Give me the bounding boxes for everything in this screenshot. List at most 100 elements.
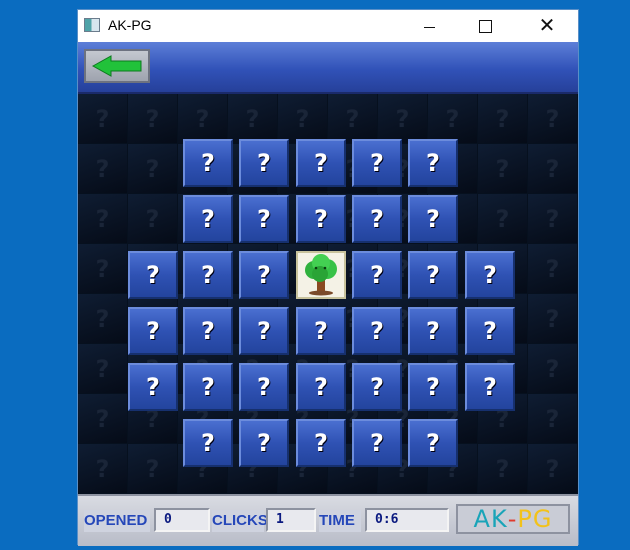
board-background-cell: ? [528,394,577,443]
hidden-tile[interactable]: ? [128,251,178,299]
board-background-cell: ? [128,144,177,193]
question-mark-icon: ? [201,149,215,177]
hidden-tile[interactable]: ? [465,251,515,299]
board-background-cell: ? [228,94,277,143]
question-mark-icon: ? [426,205,440,233]
hidden-tile[interactable]: ? [296,363,346,411]
hidden-tile[interactable]: ? [183,363,233,411]
board-background-cell: ? [528,344,577,393]
board-background-cell: ? [78,444,127,493]
board-background-cell: ? [478,94,527,143]
board-background-cell: ? [78,144,127,193]
opened-tile[interactable] [296,251,346,299]
hidden-tile[interactable]: ? [239,139,289,187]
hidden-tile[interactable]: ? [352,363,402,411]
toolbar [78,42,578,94]
board-background-cell: ? [528,444,577,493]
hidden-tile[interactable]: ? [296,419,346,467]
question-mark-icon: ? [314,373,328,401]
hidden-tile[interactable]: ? [239,251,289,299]
hidden-tile[interactable]: ? [128,363,178,411]
question-mark-icon: ? [370,261,384,289]
hidden-tile[interactable]: ? [239,307,289,355]
board-background-cell: ? [428,94,477,143]
game-board: ????????????????????????????????????????… [78,94,578,494]
question-mark-icon: ? [370,149,384,177]
hidden-tile[interactable]: ? [465,307,515,355]
board-background-cell: ? [78,194,127,243]
hidden-tile[interactable]: ? [352,251,402,299]
question-mark-icon: ? [257,429,271,457]
question-mark-icon: ? [314,149,328,177]
board-background-cell: ? [528,144,577,193]
question-mark-icon: ? [201,205,215,233]
hidden-tile[interactable]: ? [408,307,458,355]
question-mark-icon: ? [314,317,328,345]
board-background-cell: ? [78,94,127,143]
brand-logo: AK - PG [456,504,570,534]
question-mark-icon: ? [426,317,440,345]
hidden-tile[interactable]: ? [352,419,402,467]
board-background-cell: ? [78,294,127,343]
hidden-tile[interactable]: ? [183,251,233,299]
question-mark-icon: ? [201,373,215,401]
board-background-cell: ? [478,194,527,243]
time-label: TIME [319,510,361,532]
question-mark-icon: ? [201,429,215,457]
question-mark-icon: ? [257,317,271,345]
hidden-tile[interactable]: ? [408,363,458,411]
board-background-cell: ? [128,94,177,143]
hidden-tile[interactable]: ? [352,195,402,243]
question-mark-icon: ? [314,205,328,233]
hidden-tile[interactable]: ? [183,195,233,243]
hidden-tile[interactable]: ? [352,307,402,355]
minimize-button[interactable] [406,10,452,42]
hidden-tile[interactable]: ? [239,195,289,243]
hidden-tile[interactable]: ? [296,307,346,355]
hidden-tile[interactable]: ? [408,195,458,243]
question-mark-icon: ? [426,429,440,457]
board-background-cell: ? [128,444,177,493]
hidden-tile[interactable]: ? [239,363,289,411]
board-background-cell: ? [528,294,577,343]
board-background-cell: ? [478,444,527,493]
question-mark-icon: ? [370,205,384,233]
hidden-tile[interactable]: ? [239,419,289,467]
maximize-button[interactable] [462,10,508,42]
question-mark-icon: ? [146,373,160,401]
question-mark-icon: ? [483,373,497,401]
back-button[interactable] [84,49,150,83]
hidden-tile[interactable]: ? [183,307,233,355]
board-background-cell: ? [478,144,527,193]
hidden-tile[interactable]: ? [128,307,178,355]
time-counter: 0:6 [365,508,449,532]
hidden-tile[interactable]: ? [183,419,233,467]
maximize-icon [478,19,492,33]
board-background-cell: ? [528,244,577,293]
question-mark-icon: ? [314,429,328,457]
question-mark-icon: ? [426,149,440,177]
opened-counter: 0 [154,508,210,532]
hidden-tile[interactable]: ? [408,419,458,467]
hidden-tile[interactable]: ? [408,251,458,299]
question-mark-icon: ? [146,317,160,345]
title-bar[interactable]: AK-PG ✕ [78,10,578,42]
board-background-cell: ? [328,94,377,143]
question-mark-icon: ? [426,373,440,401]
hidden-tile[interactable]: ? [296,139,346,187]
hidden-tile[interactable]: ? [296,195,346,243]
logo-text-part: AK [473,505,508,533]
question-mark-icon: ? [201,317,215,345]
board-background-cell: ? [128,194,177,243]
close-button[interactable]: ✕ [524,10,570,42]
hidden-tile[interactable]: ? [352,139,402,187]
arrow-left-icon [91,55,142,77]
app-icon [84,18,100,32]
question-mark-icon: ? [257,261,271,289]
hidden-tile[interactable]: ? [465,363,515,411]
clicks-counter: 1 [266,508,316,532]
board-background-cell: ? [528,94,577,143]
board-background-cell: ? [278,94,327,143]
hidden-tile[interactable]: ? [408,139,458,187]
hidden-tile[interactable]: ? [183,139,233,187]
